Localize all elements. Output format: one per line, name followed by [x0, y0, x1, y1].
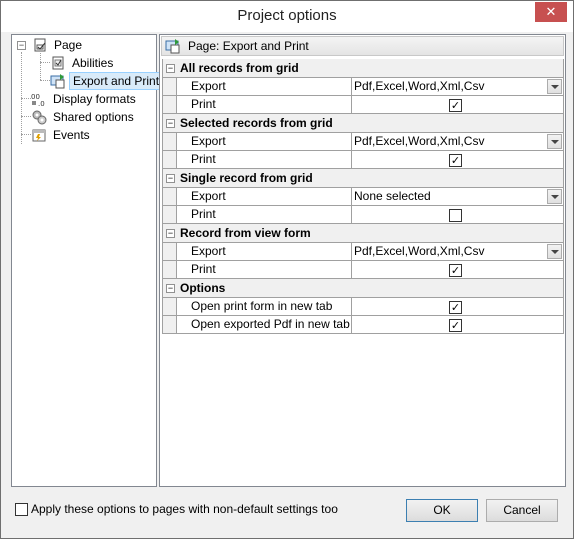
property-name: Print	[177, 151, 352, 168]
print-checkbox[interactable]: ✓	[449, 99, 462, 112]
section-title: Selected records from grid	[180, 116, 333, 130]
tree-item-label: Export and Print	[69, 72, 164, 90]
grid-section-options[interactable]: − Options	[163, 279, 564, 298]
apply-non-default-label: Apply these options to pages with non-de…	[31, 502, 338, 516]
options-tree: − Page Abilities Export and Print 00.0 D…	[11, 34, 164, 487]
collapse-icon[interactable]: −	[166, 284, 175, 293]
ok-button[interactable]: OK	[406, 499, 478, 522]
grid-section-selected-records[interactable]: − Selected records from grid	[163, 114, 564, 133]
collapse-icon[interactable]: −	[166, 64, 175, 73]
open-exported-pdf-checkbox[interactable]: ✓	[449, 319, 462, 332]
property-name: Export	[177, 133, 352, 150]
property-row: Export Pdf,Excel,Word,Xml,Csv	[163, 133, 564, 151]
project-options-dialog: Project options ✕ − Page Abilities Expor…	[0, 0, 574, 539]
export-print-icon	[50, 73, 66, 89]
grid-section-all-records[interactable]: − All records from grid	[163, 59, 564, 78]
combo-value: Pdf,Excel,Word,Xml,Csv	[354, 79, 485, 93]
dropdown-arrow-icon[interactable]	[547, 134, 562, 149]
property-row: Export None selected	[163, 188, 564, 206]
property-row: Print ✓	[163, 96, 564, 114]
export-print-icon	[165, 38, 181, 54]
property-name: Open exported Pdf in new tab	[177, 316, 352, 333]
print-checkbox[interactable]	[449, 209, 462, 222]
tree-item-label: Events	[53, 128, 90, 142]
page-header-label: Page: Export and Print	[188, 39, 309, 53]
settings-panel: Page: Export and Print − All records fro…	[159, 34, 566, 487]
print-checkbox[interactable]: ✓	[449, 154, 462, 167]
tree-connector	[40, 62, 50, 63]
property-row: Export Pdf,Excel,Word,Xml,Csv	[163, 78, 564, 96]
property-name: Export	[177, 243, 352, 260]
grid-section-single-record[interactable]: − Single record from grid	[163, 169, 564, 188]
property-row: Print ✓	[163, 151, 564, 169]
combo-value: Pdf,Excel,Word,Xml,Csv	[354, 134, 485, 148]
collapse-icon[interactable]: −	[166, 174, 175, 183]
property-row: Print	[163, 206, 564, 224]
tree-item-page[interactable]: − Page	[12, 36, 152, 54]
tree-connector	[21, 134, 31, 135]
tree-item-label: Shared options	[53, 110, 134, 124]
tree-item-export-and-print[interactable]: Export and Print	[50, 72, 164, 90]
tree-item-abilities[interactable]: Abilities	[50, 54, 116, 72]
grid-section-view-form[interactable]: − Record from view form	[163, 224, 564, 243]
export-combo[interactable]: Pdf,Excel,Word,Xml,Csv	[352, 243, 564, 260]
property-row: Export Pdf,Excel,Word,Xml,Csv	[163, 243, 564, 261]
property-name: Export	[177, 188, 352, 205]
tree-item-events[interactable]: Events	[31, 126, 93, 144]
combo-value: Pdf,Excel,Word,Xml,Csv	[354, 244, 485, 258]
tree-item-display-formats[interactable]: 00.0 Display formats	[31, 90, 139, 108]
apply-non-default-checkbox[interactable]	[15, 503, 28, 516]
property-name: Print	[177, 261, 352, 278]
combo-value: None selected	[354, 189, 431, 203]
open-print-form-checkbox[interactable]: ✓	[449, 301, 462, 314]
property-grid: − All records from grid Export Pdf,Excel…	[162, 59, 564, 334]
dropdown-arrow-icon[interactable]	[547, 79, 562, 94]
title-bar: Project options ✕	[1, 1, 573, 32]
section-title: All records from grid	[180, 61, 299, 75]
export-combo[interactable]: Pdf,Excel,Word,Xml,Csv	[352, 78, 564, 95]
collapse-icon[interactable]: −	[166, 119, 175, 128]
print-checkbox[interactable]: ✓	[449, 264, 462, 277]
collapse-icon[interactable]: −	[166, 229, 175, 238]
collapse-icon[interactable]: −	[17, 41, 26, 50]
property-name: Print	[177, 206, 352, 223]
section-title: Record from view form	[180, 226, 311, 240]
window-title: Project options	[237, 7, 337, 24]
dropdown-arrow-icon[interactable]	[547, 189, 562, 204]
property-row: Print ✓	[163, 261, 564, 279]
tree-item-label: Page	[54, 38, 83, 52]
property-row: Open print form in new tab ✓	[163, 298, 564, 316]
property-name: Export	[177, 78, 352, 95]
section-title: Single record from grid	[180, 171, 313, 185]
export-combo[interactable]: None selected	[352, 188, 564, 205]
export-combo[interactable]: Pdf,Excel,Word,Xml,Csv	[352, 133, 564, 150]
tree-item-label: Display formats	[53, 92, 136, 106]
tree-connector	[21, 98, 31, 99]
display-formats-icon: 00.0	[31, 91, 47, 108]
tree-connector	[21, 116, 31, 117]
property-row: Open exported Pdf in new tab ✓	[163, 316, 564, 334]
tree-connector	[40, 80, 50, 81]
property-name: Open print form in new tab	[177, 298, 352, 315]
property-name: Print	[177, 96, 352, 113]
section-title: Options	[180, 281, 226, 295]
abilities-icon	[50, 55, 66, 71]
svg-text:.0: .0	[38, 100, 45, 107]
events-icon	[31, 127, 47, 143]
page-icon	[32, 37, 48, 53]
page-header: Page: Export and Print	[161, 36, 564, 56]
shared-options-icon	[31, 109, 47, 125]
dropdown-arrow-icon[interactable]	[547, 244, 562, 259]
tree-item-shared-options[interactable]: Shared options	[31, 108, 137, 126]
close-button[interactable]: ✕	[535, 2, 567, 22]
cancel-button[interactable]: Cancel	[486, 499, 558, 522]
tree-connector	[40, 53, 41, 80]
tree-item-label: Abilities	[72, 56, 114, 70]
